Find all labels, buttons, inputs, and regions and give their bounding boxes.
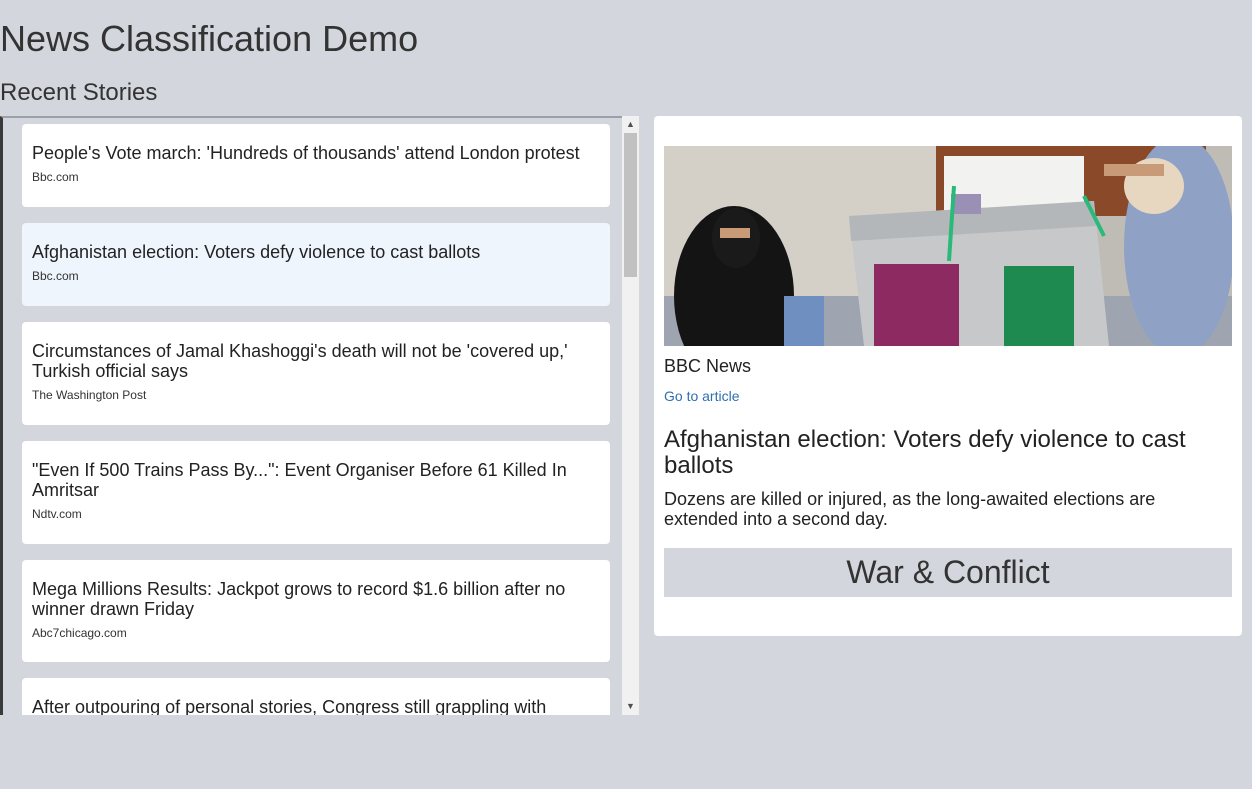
section-title: Recent Stories — [0, 79, 158, 106]
story-source: Bbc.com — [32, 269, 79, 283]
story-source: Ndtv.com — [32, 507, 82, 521]
story-title: After outpouring of personal stories, Co… — [32, 697, 547, 715]
scrollbar-thumb[interactable] — [624, 133, 637, 277]
story-title: "Even If 500 Trains Pass By...": Event O… — [32, 460, 567, 500]
article-image — [664, 146, 1232, 346]
detail-description: Dozens are killed or injured, as the lon… — [664, 489, 1156, 529]
story-card[interactable]: After outpouring of personal stories, Co… — [22, 678, 610, 715]
story-card[interactable]: People's Vote march: 'Hundreds of thousa… — [22, 124, 610, 207]
chevron-up-icon[interactable]: ▲ — [622, 116, 639, 133]
story-card[interactable]: "Even If 500 Trains Pass By...": Event O… — [22, 441, 610, 544]
story-card-selected[interactable]: Afghanistan election: Voters defy violen… — [22, 223, 610, 306]
story-card[interactable]: Mega Millions Results: Jackpot grows to … — [22, 560, 610, 662]
category-badge: War & Conflict — [664, 548, 1232, 597]
story-list: People's Vote march: 'Hundreds of thousa… — [0, 116, 622, 715]
story-source: Abc7chicago.com — [32, 626, 127, 640]
story-detail-panel: BBC News Go to article Afghanistan elect… — [654, 116, 1242, 636]
story-list-scrollbar[interactable]: ▲ ▼ — [622, 116, 639, 715]
go-to-article-link[interactable]: Go to article — [664, 388, 739, 404]
detail-title: Afghanistan election: Voters defy violen… — [664, 426, 1186, 479]
story-source: Bbc.com — [32, 170, 79, 184]
detail-source: BBC News — [664, 356, 752, 376]
story-card[interactable]: Circumstances of Jamal Khashoggi's death… — [22, 322, 610, 425]
story-title: Circumstances of Jamal Khashoggi's death… — [32, 341, 568, 381]
story-title: Afghanistan election: Voters defy violen… — [32, 242, 481, 262]
story-source: The Washington Post — [32, 388, 147, 402]
chevron-down-icon[interactable]: ▼ — [622, 698, 639, 715]
story-title: People's Vote march: 'Hundreds of thousa… — [32, 143, 580, 163]
page-title: News Classification Demo — [0, 18, 419, 59]
story-title: Mega Millions Results: Jackpot grows to … — [32, 579, 566, 619]
